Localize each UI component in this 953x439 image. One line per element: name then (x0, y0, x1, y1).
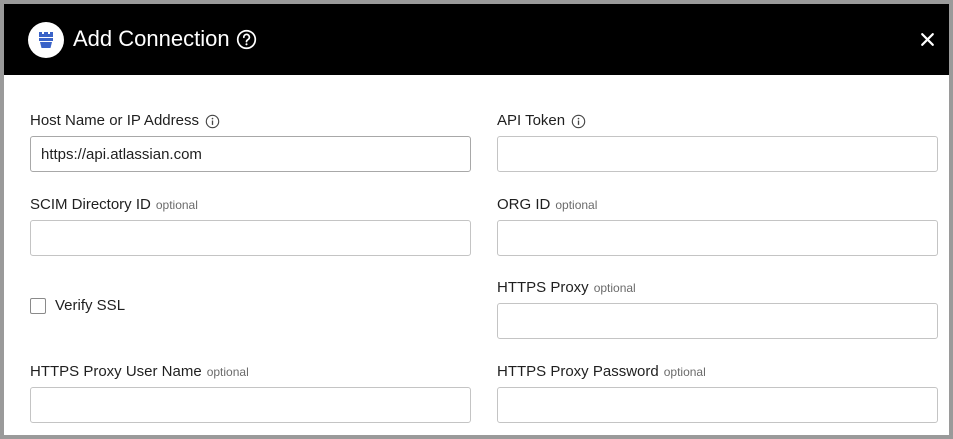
add-connection-dialog: Add Connection Host Name or IP Address A… (0, 0, 953, 439)
https-proxy-input[interactable] (497, 303, 938, 339)
help-circle-icon[interactable] (236, 29, 257, 50)
dialog-header: Add Connection (4, 4, 949, 75)
host-label: Host Name or IP Address (30, 111, 471, 131)
https-proxy-user-name-label: HTTPS Proxy User Name optional (30, 362, 471, 382)
host-field-group: Host Name or IP Address (30, 111, 471, 172)
org-id-input[interactable] (497, 220, 938, 256)
dialog-title: Add Connection (73, 26, 230, 51)
castle-tower-icon (39, 32, 53, 48)
optional-tag: optional (663, 365, 706, 379)
optional-tag: optional (155, 198, 198, 212)
https-proxy-password-field-group: HTTPS Proxy Password optional (497, 362, 938, 423)
info-icon[interactable] (205, 114, 220, 129)
scim-directory-id-label: SCIM Directory ID optional (30, 195, 471, 215)
https-proxy-password-input[interactable] (497, 387, 938, 423)
close-icon[interactable] (919, 31, 936, 48)
api-token-label-text: API Token (497, 112, 566, 129)
info-icon[interactable] (571, 114, 586, 129)
api-token-input[interactable] (497, 136, 938, 172)
verify-ssl-checkbox-row[interactable]: Verify SSL (30, 297, 125, 314)
org-id-label-text: ORG ID (497, 196, 551, 213)
https-proxy-user-name-field-group: HTTPS Proxy User Name optional (30, 362, 471, 423)
scim-directory-id-label-text: SCIM Directory ID (30, 196, 151, 213)
scim-directory-id-input[interactable] (30, 220, 471, 256)
https-proxy-user-name-input[interactable] (30, 387, 471, 423)
org-id-label: ORG ID optional (497, 195, 938, 215)
optional-tag: optional (206, 365, 249, 379)
verify-ssl-checkbox[interactable] (30, 297, 46, 314)
api-token-label: API Token (497, 111, 938, 131)
https-proxy-label-text: HTTPS Proxy (497, 279, 589, 296)
scim-directory-id-field-group: SCIM Directory ID optional (30, 195, 471, 256)
https-proxy-field-group: HTTPS Proxy optional (497, 278, 938, 339)
verify-ssl-label: Verify SSL (55, 297, 126, 314)
optional-tag: optional (593, 281, 636, 295)
api-token-field-group: API Token (497, 111, 938, 172)
app-logo (28, 22, 64, 58)
https-proxy-password-label: HTTPS Proxy Password optional (497, 362, 938, 382)
https-proxy-user-name-label-text: HTTPS Proxy User Name (30, 363, 202, 380)
optional-tag: optional (555, 198, 598, 212)
host-label-text: Host Name or IP Address (30, 112, 199, 129)
https-proxy-label: HTTPS Proxy optional (497, 278, 938, 298)
host-input[interactable] (30, 136, 471, 172)
org-id-field-group: ORG ID optional (497, 195, 938, 256)
https-proxy-password-label-text: HTTPS Proxy Password (497, 363, 659, 380)
